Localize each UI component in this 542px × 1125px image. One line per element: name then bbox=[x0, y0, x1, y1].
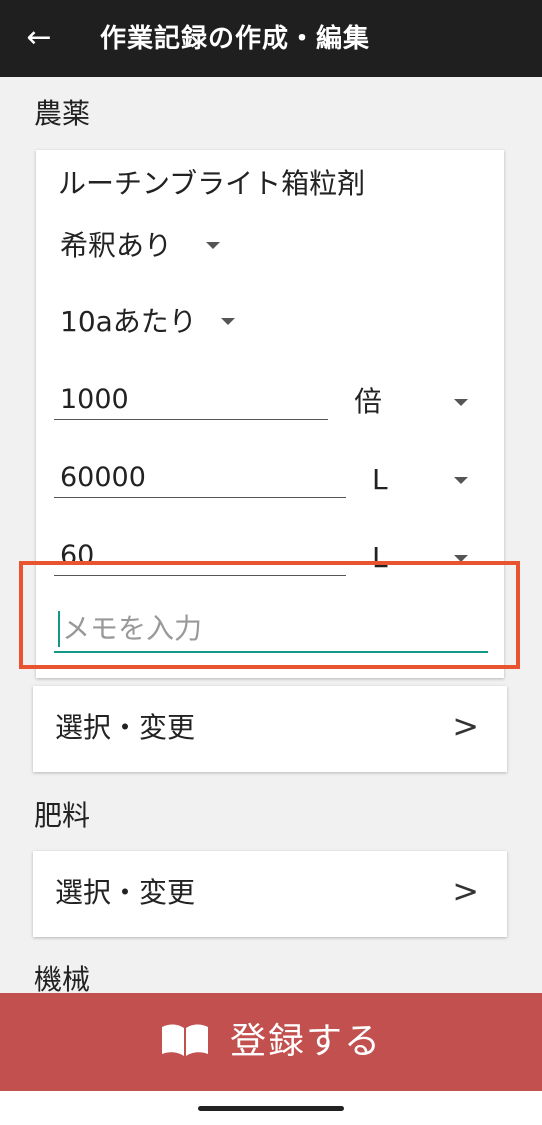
register-button-label: 登録する bbox=[229, 1021, 382, 1062]
solution-amount-unit: L bbox=[372, 463, 388, 496]
home-gesture-handle[interactable] bbox=[198, 1106, 344, 1111]
basis-dropdown-value: 10aあたり bbox=[60, 305, 197, 338]
dilution-dropdown[interactable]: 希釈あり bbox=[60, 226, 221, 266]
dilution-factor-input[interactable]: 1000 bbox=[54, 378, 328, 420]
solution-amount-input[interactable]: 60000 bbox=[54, 456, 346, 498]
pesticide-name: ルーチンブライト箱粒剤 bbox=[58, 167, 366, 200]
solution-amount-unit-select[interactable]: L bbox=[354, 458, 484, 502]
dilution-factor-unit: 倍 bbox=[354, 385, 383, 418]
memo-highlight-frame bbox=[19, 561, 520, 669]
pesticide-select-change-button[interactable]: 選択・変更 > bbox=[33, 686, 507, 772]
chevron-right-icon: > bbox=[452, 707, 479, 745]
system-nav-bar bbox=[0, 1091, 542, 1125]
back-arrow-icon[interactable]: ← bbox=[24, 20, 54, 56]
app-bar: ← 作業記録の作成・編集 bbox=[0, 0, 542, 77]
select-change-label: 選択・変更 bbox=[55, 711, 196, 744]
select-change-label: 選択・変更 bbox=[55, 876, 196, 909]
fertilizer-select-change-button[interactable]: 選択・変更 > bbox=[33, 851, 507, 937]
dropdown-caret-icon bbox=[454, 477, 468, 484]
dilution-factor-unit-select[interactable]: 倍 bbox=[354, 380, 484, 424]
register-button[interactable]: 登録する bbox=[0, 993, 542, 1091]
dropdown-caret-icon bbox=[220, 317, 235, 325]
book-open-icon bbox=[160, 1023, 210, 1061]
dropdown-caret-icon bbox=[206, 241, 221, 249]
dropdown-caret-icon bbox=[454, 399, 468, 406]
chevron-right-icon: > bbox=[452, 872, 479, 910]
section-label-pesticide: 農薬 bbox=[34, 97, 91, 130]
dilution-dropdown-value: 希釈あり bbox=[60, 229, 173, 262]
basis-dropdown[interactable]: 10aあたり bbox=[60, 302, 235, 342]
page-title: 作業記録の作成・編集 bbox=[100, 24, 371, 54]
section-label-fertilizer: 肥料 bbox=[34, 799, 91, 832]
